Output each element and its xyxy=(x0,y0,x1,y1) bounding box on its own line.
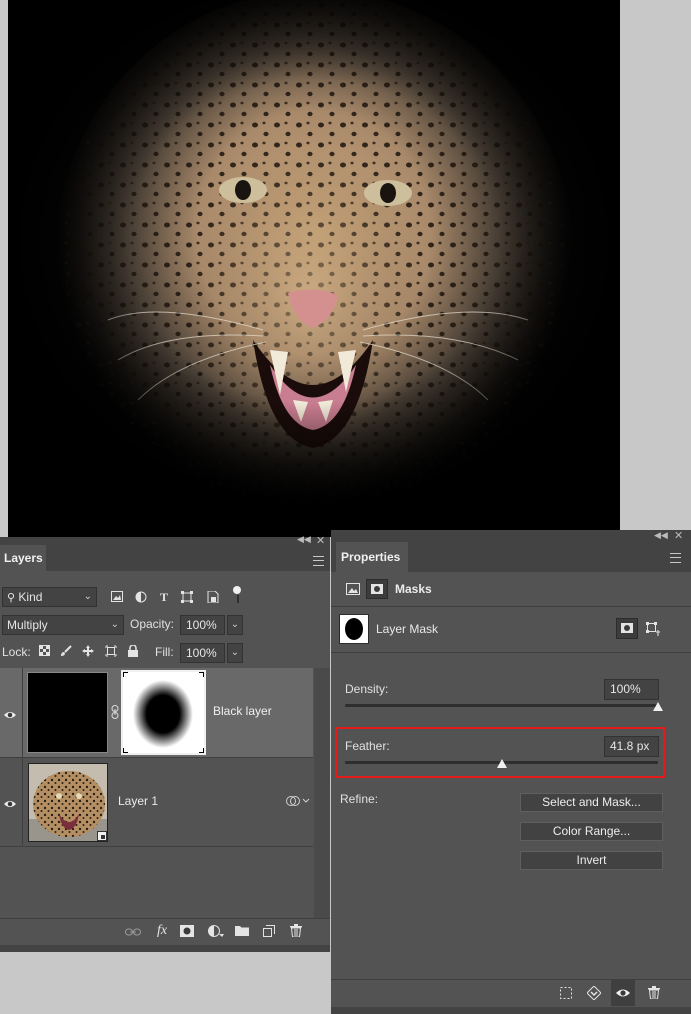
refine-label: Refine: xyxy=(340,792,379,806)
collapse-panel-icon[interactable]: ◀◀ xyxy=(654,530,668,541)
smart-object-badge-icon xyxy=(97,831,107,841)
properties-bottom-toolbar xyxy=(331,979,691,1008)
invert-button[interactable]: Invert xyxy=(520,851,663,870)
document-canvas[interactable] xyxy=(8,0,620,537)
mask-preview-thumbnail xyxy=(339,614,369,644)
blend-mode-dropdown[interactable]: Multiply ⌄ xyxy=(2,615,124,635)
toggle-mask-visibility-icon[interactable] xyxy=(611,980,635,1006)
pixel-mask-icon[interactable] xyxy=(345,583,361,598)
shape-filter-icon[interactable] xyxy=(180,591,194,606)
tab-properties[interactable]: Properties xyxy=(336,542,408,572)
delete-mask-icon[interactable] xyxy=(647,986,661,1002)
layers-panel-resize-bar[interactable] xyxy=(0,945,330,952)
link-layers-icon[interactable] xyxy=(125,926,141,940)
blend-mode-value: Multiply xyxy=(7,618,48,632)
leopard-image xyxy=(8,0,620,537)
panel-menu-icon[interactable] xyxy=(313,556,324,566)
layers-panel: ◀◀ ✕ Layers ⚲ Kind ⌄ T Multiply ⌄ Opacit… xyxy=(0,534,330,952)
density-label: Density: xyxy=(345,682,389,696)
layers-tabstrip: Layers xyxy=(0,545,330,571)
panel-menu-icon[interactable] xyxy=(670,553,681,563)
lock-all-icon[interactable] xyxy=(126,644,139,660)
feather-label: Feather: xyxy=(345,739,390,753)
delete-layer-icon[interactable] xyxy=(289,924,303,940)
type-filter-icon[interactable]: T xyxy=(157,590,171,604)
add-pixel-mask-button[interactable] xyxy=(616,618,638,639)
lock-artboard-icon[interactable] xyxy=(104,645,117,660)
properties-tabstrip: Properties xyxy=(331,542,691,572)
properties-panel-header-bar: ◀◀ ✕ xyxy=(331,530,691,542)
image-filter-icon[interactable] xyxy=(110,591,124,605)
density-slider-thumb[interactable] xyxy=(653,702,663,711)
load-selection-icon[interactable] xyxy=(559,987,573,1002)
density-field[interactable]: 100% xyxy=(604,679,659,700)
color-range-button[interactable]: Color Range... xyxy=(520,822,663,841)
layers-bottom-toolbar: fx xyxy=(0,918,330,946)
layer-mask-label: Layer Mask xyxy=(376,622,439,636)
fill-dropdown-button[interactable]: ⌄ xyxy=(227,643,243,663)
search-icon: ⚲ xyxy=(7,592,16,604)
opacity-dropdown-button[interactable]: ⌄ xyxy=(227,615,243,635)
filter-toggle-icon[interactable] xyxy=(233,586,243,604)
close-panel-icon[interactable]: ✕ xyxy=(674,529,683,542)
fx-icon[interactable]: fx xyxy=(154,924,170,938)
fill-field[interactable]: 100% xyxy=(180,643,225,663)
opacity-field[interactable]: 100% xyxy=(180,615,225,635)
lock-paint-icon[interactable] xyxy=(59,645,72,660)
layer-row-layer-1[interactable]: Layer 1 xyxy=(0,758,313,847)
mask-thumbnail[interactable] xyxy=(121,670,206,755)
opacity-label: Opacity: xyxy=(130,617,175,631)
new-group-icon[interactable] xyxy=(235,925,249,939)
lock-position-icon[interactable] xyxy=(81,645,94,660)
layer-mask-row: Layer Mask xyxy=(331,607,691,653)
properties-panel-resize-bar[interactable] xyxy=(331,1007,691,1014)
layer-thumbnail[interactable] xyxy=(28,763,108,842)
link-chain-icon[interactable] xyxy=(110,705,120,719)
new-layer-icon[interactable] xyxy=(262,925,276,940)
layer-name[interactable]: Layer 1 xyxy=(118,794,158,808)
add-mask-icon[interactable] xyxy=(180,925,194,940)
tab-layers[interactable]: Layers xyxy=(0,545,46,571)
masks-section-header: Masks xyxy=(331,572,691,607)
add-vector-mask-icon[interactable] xyxy=(645,621,661,637)
visibility-eye-icon[interactable] xyxy=(3,709,17,719)
smart-filter-toggle-icon[interactable] xyxy=(286,795,310,807)
layer-list-scrollbar[interactable] xyxy=(314,668,330,918)
lock-label: Lock: xyxy=(2,645,31,659)
layer-row-black-layer[interactable]: Black layer xyxy=(0,668,313,758)
feather-slider-thumb[interactable] xyxy=(496,759,507,768)
layer-name[interactable]: Black layer xyxy=(213,704,272,718)
lock-transparent-icon[interactable] xyxy=(38,645,51,659)
filter-kind-value: Kind xyxy=(18,590,43,604)
fill-label: Fill: xyxy=(155,645,174,659)
chevron-down-icon: ⌄ xyxy=(110,619,119,630)
masks-label: Masks xyxy=(395,582,432,596)
layer-mask-mode-icon[interactable] xyxy=(366,579,388,599)
select-and-mask-button[interactable]: Select and Mask... xyxy=(520,793,663,812)
chevron-down-icon: ⌄ xyxy=(83,591,92,602)
density-slider-track[interactable] xyxy=(345,704,658,707)
visibility-eye-icon[interactable] xyxy=(3,798,17,808)
new-adjustment-icon[interactable] xyxy=(208,925,224,941)
adjustment-filter-icon[interactable] xyxy=(134,591,148,606)
filter-kind-dropdown[interactable]: ⚲ Kind ⌄ xyxy=(2,587,97,607)
layers-panel-header-bar: ◀◀ ✕ xyxy=(0,534,330,547)
smart-object-filter-icon[interactable] xyxy=(206,590,220,606)
feather-field[interactable]: 41.8 px xyxy=(604,736,659,757)
layer-thumbnail[interactable] xyxy=(27,672,108,753)
collapse-panel-icon[interactable]: ◀◀ xyxy=(297,534,311,545)
apply-mask-icon[interactable] xyxy=(586,985,602,1003)
properties-panel: ◀◀ ✕ Properties Masks Layer Mask Density… xyxy=(331,530,691,1014)
